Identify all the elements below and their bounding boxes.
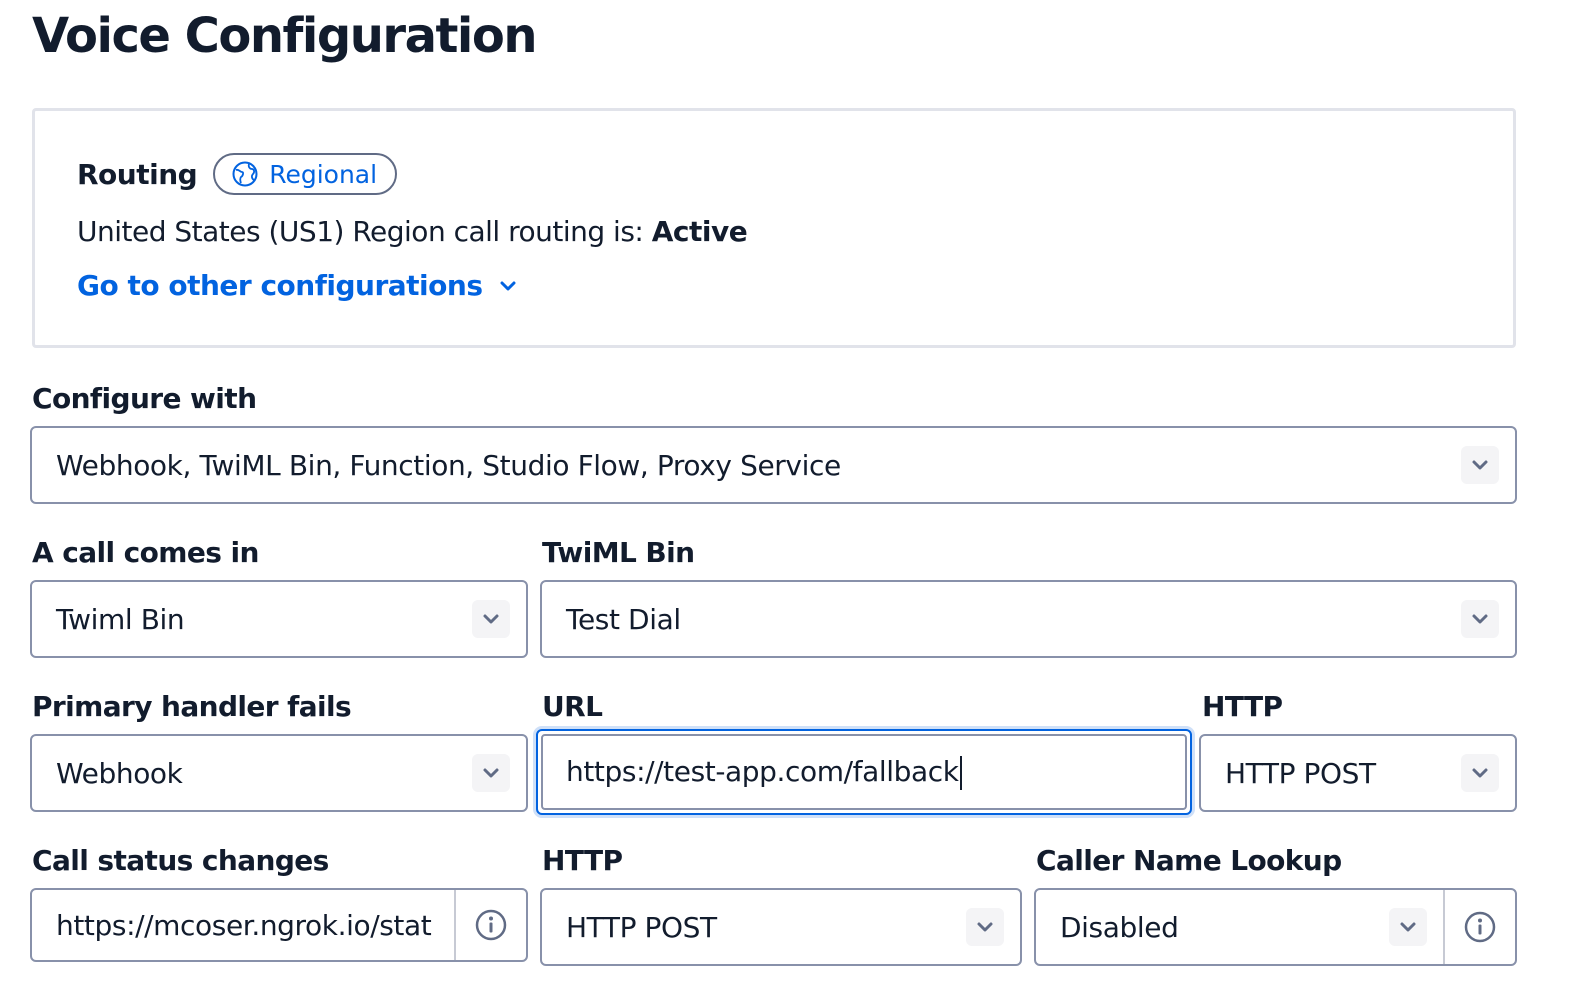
fallback-url-value: https://test-app.com/fallback (538, 755, 1190, 790)
http-status-select[interactable]: HTTP POST (540, 888, 1022, 966)
routing-header: Routing Regional (77, 153, 398, 195)
routing-label: Routing (77, 157, 198, 191)
status-changes-label: Call status changes (32, 844, 329, 877)
info-icon (1464, 911, 1496, 943)
routing-card: Routing Regional United States (US1) Reg… (32, 108, 1516, 348)
text-caret (959, 755, 962, 790)
chevron-down-icon (1461, 446, 1499, 484)
caller-name-label: Caller Name Lookup (1036, 844, 1342, 877)
caller-name-value: Disabled (1060, 910, 1179, 944)
status-callback-info-button[interactable] (454, 890, 526, 960)
url-label: URL (542, 690, 603, 723)
primary-handler-select[interactable]: Webhook (30, 734, 528, 812)
regional-badge: Regional (213, 153, 398, 195)
globe-icon (232, 161, 258, 187)
caller-name-select[interactable]: Disabled (1034, 888, 1517, 966)
chevron-down-icon (1461, 600, 1499, 638)
chevron-down-icon (1389, 908, 1427, 946)
regional-badge-label: Regional (269, 159, 378, 189)
configure-with-select[interactable]: Webhook, TwiML Bin, Function, Studio Flo… (30, 426, 1517, 504)
primary-handler-label: Primary handler fails (32, 690, 352, 723)
twiml-bin-label: TwiML Bin (542, 536, 695, 569)
twiml-bin-select[interactable]: Test Dial (540, 580, 1517, 658)
status-callback-input[interactable]: https://mcoser.ngrok.io/stat (30, 888, 528, 962)
routing-status-text: United States (US1) Region call routing … (77, 215, 652, 248)
voice-configuration-page: Voice Configuration Routing Regional Uni… (0, 0, 1588, 1008)
page-title: Voice Configuration (32, 8, 538, 64)
twiml-bin-value: Test Dial (566, 602, 681, 636)
info-icon (475, 909, 507, 941)
primary-handler-value: Webhook (56, 756, 183, 790)
configure-with-value: Webhook, TwiML Bin, Function, Studio Flo… (56, 448, 841, 482)
http-status-value: HTTP POST (566, 910, 717, 944)
chevron-down-icon (1461, 754, 1499, 792)
routing-status: United States (US1) Region call routing … (77, 215, 748, 248)
fallback-url-input[interactable]: https://test-app.com/fallback (536, 729, 1192, 815)
chevron-down-icon (472, 754, 510, 792)
configure-with-label: Configure with (32, 382, 257, 415)
http-fallback-label: HTTP (1202, 690, 1283, 723)
chevron-down-icon (472, 600, 510, 638)
other-configurations-link[interactable]: Go to other configurations (77, 269, 518, 302)
call-comes-in-select[interactable]: Twiml Bin (30, 580, 528, 658)
call-comes-in-label: A call comes in (32, 536, 259, 569)
chevron-down-icon (500, 281, 516, 290)
call-comes-in-value: Twiml Bin (56, 602, 185, 636)
status-callback-value: https://mcoser.ngrok.io/stat (56, 908, 432, 942)
http-fallback-value: HTTP POST (1225, 756, 1376, 790)
fallback-url-text: https://test-app.com/fallback (566, 754, 959, 788)
caller-name-info-button[interactable] (1443, 890, 1515, 964)
http-status-label: HTTP (542, 844, 623, 877)
other-configurations-link-label: Go to other configurations (77, 269, 483, 302)
routing-status-value: Active (651, 215, 748, 248)
http-fallback-select[interactable]: HTTP POST (1199, 734, 1517, 812)
chevron-down-icon (966, 908, 1004, 946)
